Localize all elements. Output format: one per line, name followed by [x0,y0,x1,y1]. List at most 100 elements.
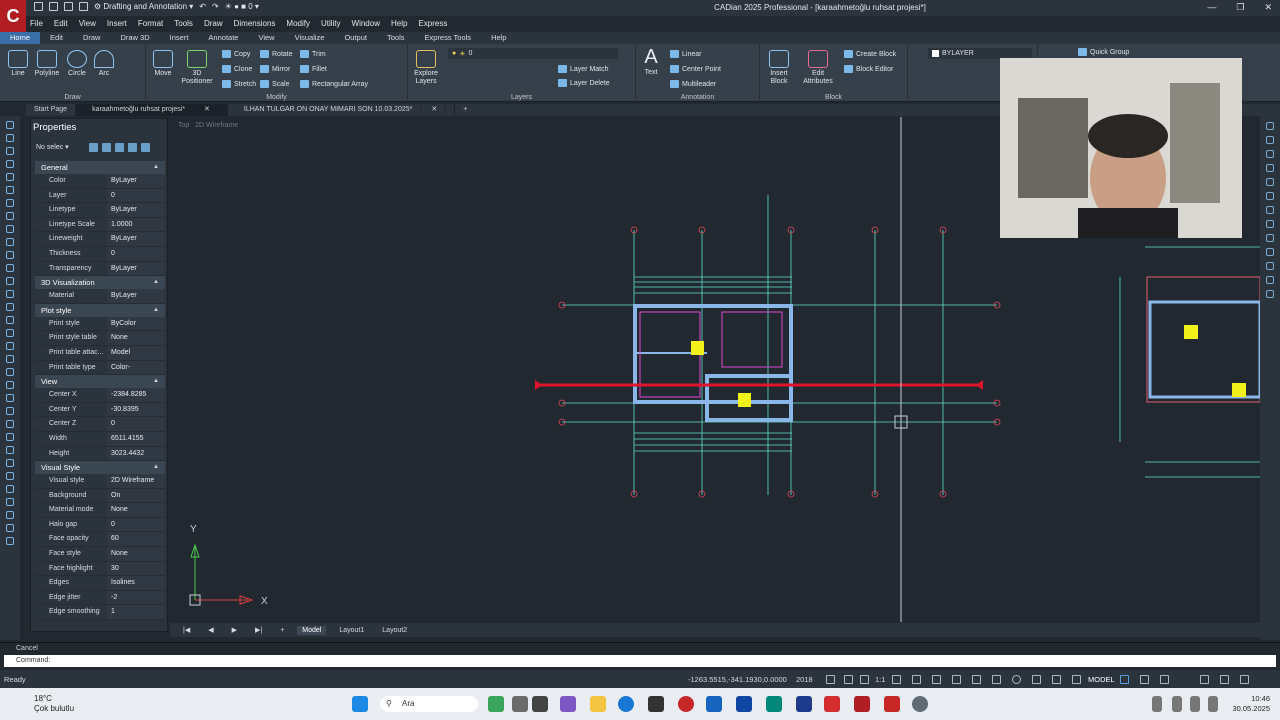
property-value[interactable]: ByLayer [107,203,165,217]
property-row[interactable]: Halo gap 0 [35,517,165,533]
property-value[interactable]: None [107,503,165,517]
property-row[interactable]: Print style ByColor [35,316,165,332]
search-box[interactable]: ⚲ Ara [380,696,478,712]
annotation-scale[interactable]: 1:1 [875,675,885,684]
tab-help[interactable]: Help [481,32,516,44]
property-value[interactable]: ByLayer [107,174,165,188]
tab-layout1[interactable]: Layout1 [334,626,369,635]
tool-icon[interactable] [6,160,14,168]
tool-icon[interactable] [6,147,14,155]
property-row[interactable]: Face highlight 30 [35,561,165,577]
tool-icon[interactable] [6,225,14,233]
property-row[interactable]: Print table attac... Model [35,345,165,361]
mirror-button[interactable]: Mirror [260,65,290,73]
ortho-icon[interactable] [992,675,1001,684]
tab-express-tools[interactable]: Express Tools [415,32,482,44]
property-row[interactable]: Linetype ByLayer [35,203,165,218]
opera-icon[interactable] [678,696,694,712]
property-value[interactable]: None [107,331,165,345]
property-value[interactable]: 1 [107,605,165,620]
clock[interactable]: 10:46 30.05.2025 [1232,694,1270,714]
acrobat-icon[interactable] [884,696,900,712]
prev-layout-icon[interactable]: ◀ [203,625,218,635]
property-row[interactable]: Center X -2384.8285 [35,388,165,403]
app-icon[interactable] [766,696,782,712]
property-row[interactable]: Center Y -30.8395 [35,402,165,418]
toggle-pickadd-icon[interactable] [115,143,124,152]
app-icon[interactable] [824,696,840,712]
tab-view[interactable]: View [248,32,284,44]
osnap-icon[interactable] [1032,675,1041,684]
menu-utility[interactable]: Utility [321,19,341,28]
menu-insert[interactable]: Insert [107,19,127,28]
property-section-header[interactable]: Plot style [35,303,165,317]
tool-icon[interactable] [1266,290,1274,298]
copy-button[interactable]: Copy [222,50,250,58]
first-layout-icon[interactable]: |◀ [178,625,195,635]
cadian-icon[interactable] [854,696,870,712]
property-row[interactable]: Face style None [35,547,165,562]
layer-dropdown[interactable]: ● ☀ 0 [448,48,618,59]
file-explorer-icon[interactable] [590,696,606,712]
tool-icon[interactable] [1266,192,1274,200]
tool-icon[interactable] [6,329,14,337]
fillet-button[interactable]: Fillet [300,65,327,73]
property-value[interactable]: -2384.8285 [107,388,165,402]
tool-icon[interactable] [6,498,14,506]
battery-icon[interactable] [1208,696,1218,712]
trim-button[interactable]: Trim [300,50,326,58]
quick-group-button[interactable]: Quick Group [1078,48,1129,56]
tab-edit[interactable]: Edit [40,32,73,44]
isolate-icon[interactable] [932,675,941,684]
tool-icon[interactable] [6,173,14,181]
text-button[interactable]: A Text [640,46,662,76]
add-layout-icon[interactable]: + [275,626,289,635]
property-section-header[interactable]: View [35,375,165,389]
tool-icon[interactable] [6,238,14,246]
tool-icon[interactable] [1266,248,1274,256]
anno-icon[interactable] [844,675,853,684]
tab-model[interactable]: Model [297,625,327,635]
tool-icon[interactable] [6,381,14,389]
rotate-button[interactable]: Rotate [260,50,293,58]
property-row[interactable]: Height 3023.4432 [35,446,165,462]
last-layout-icon[interactable]: ▶| [250,625,267,635]
tool-icon[interactable] [1266,220,1274,228]
next-layout-icon[interactable]: ▶ [227,625,242,635]
tool-icon[interactable] [6,524,14,532]
multileader-button[interactable]: Multileader [670,80,716,88]
tool-icon[interactable] [6,251,14,259]
linear-button[interactable]: Linear [670,50,701,58]
center-point-button[interactable]: Center Point [670,65,721,73]
app-logo[interactable]: C [0,0,26,32]
rectangular-array-button[interactable]: Rectangular Array [300,80,368,88]
tool-icon[interactable] [1266,234,1274,242]
tool-icon[interactable] [6,186,14,194]
tab-output[interactable]: Output [334,32,377,44]
tab-layout2[interactable]: Layout2 [377,626,412,635]
workspace-icon[interactable] [892,675,901,684]
explore-layers-button[interactable]: Explore Layers [410,50,442,86]
polar-icon[interactable] [1012,675,1021,684]
tool-icon[interactable] [1266,262,1274,270]
property-value[interactable]: Isolines [107,576,165,590]
app-icon[interactable] [532,696,548,712]
view-controls[interactable]: Top 2D Wireframe [178,122,238,129]
menu-view[interactable]: View [79,19,96,28]
tab-draw[interactable]: Draw [73,32,111,44]
property-value[interactable]: 3023.4432 [107,446,165,461]
tab-insert[interactable]: Insert [160,32,199,44]
doc-tab-start-page[interactable]: Start Page [26,104,77,116]
tool-icon[interactable] [1266,122,1274,130]
tool-icon[interactable] [6,121,14,129]
property-row[interactable]: Edge smoothing 1 [35,605,165,621]
property-value[interactable]: 0 [107,188,165,203]
grid-icon[interactable] [952,675,961,684]
tool-icon[interactable] [6,433,14,441]
menu-window[interactable]: Window [352,19,380,28]
viewport-icon[interactable] [1140,675,1149,684]
property-value[interactable]: On [107,488,165,503]
select-objects-icon[interactable] [102,143,111,152]
property-value[interactable]: None [107,547,165,561]
tool-icon[interactable] [6,303,14,311]
